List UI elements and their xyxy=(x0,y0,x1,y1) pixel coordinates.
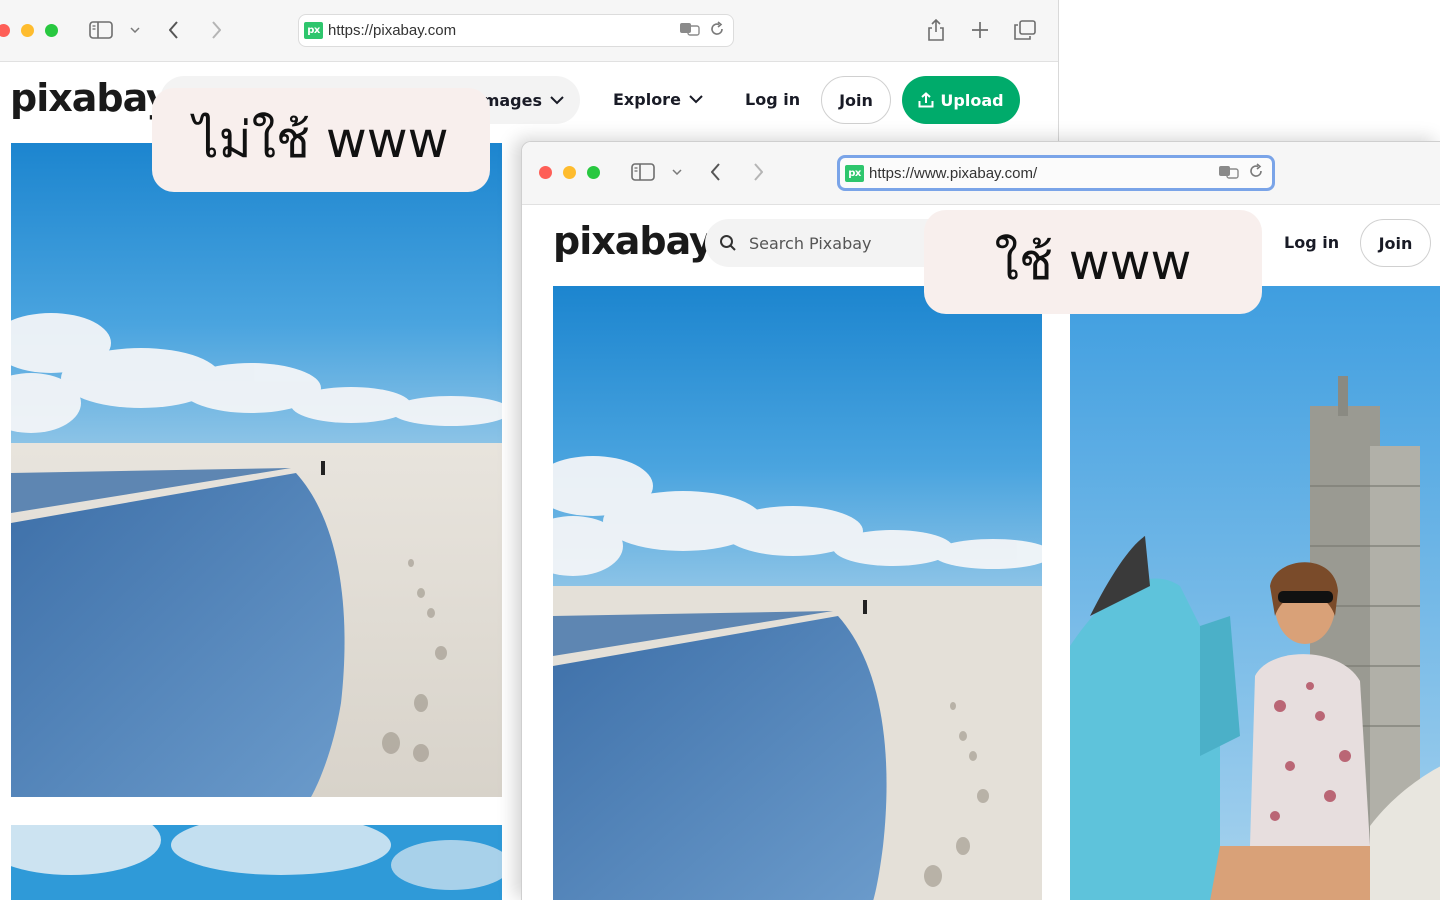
address-bar[interactable]: px https://www.pixabay.com/ xyxy=(837,155,1275,191)
join-label: Join xyxy=(839,90,873,110)
minimize-window-button[interactable] xyxy=(563,166,576,179)
url-text: https://www.pixabay.com/ xyxy=(869,164,1038,182)
sidebar-icon[interactable] xyxy=(630,158,656,186)
join-label: Join xyxy=(1378,233,1413,253)
url-text: https://pixabay.com xyxy=(328,22,457,39)
pixabay-logo[interactable]: pixabay xyxy=(553,219,714,263)
maximize-window-button[interactable] xyxy=(45,24,58,37)
close-window-button[interactable] xyxy=(0,24,10,37)
browser-toolbar: px https://www.pixabay.com/ xyxy=(522,142,1440,205)
pixabay-favicon-icon: px xyxy=(845,164,864,182)
translate-icon[interactable] xyxy=(679,21,701,40)
upload-icon xyxy=(918,92,934,108)
back-arrow-icon[interactable] xyxy=(164,16,184,44)
reload-icon[interactable] xyxy=(709,20,725,41)
explore-label: Explore xyxy=(613,90,681,109)
search-placeholder: Search Pixabay xyxy=(749,233,872,253)
photo-dune[interactable] xyxy=(11,143,502,797)
forward-arrow-icon[interactable] xyxy=(206,16,226,44)
translate-icon[interactable] xyxy=(1218,164,1240,183)
photo-dune[interactable] xyxy=(553,286,1042,900)
reload-icon[interactable] xyxy=(1248,163,1264,183)
plus-icon[interactable] xyxy=(968,16,992,44)
maximize-window-button[interactable] xyxy=(587,166,600,179)
chevron-down-icon[interactable] xyxy=(670,158,684,186)
tabs-icon[interactable] xyxy=(1012,16,1038,44)
forward-arrow-icon[interactable] xyxy=(748,158,768,186)
search-icon xyxy=(720,235,736,251)
browser-window-front: px https://www.pixabay.com/ pixabay Sear… xyxy=(521,141,1440,900)
upload-label: Upload xyxy=(940,90,1004,110)
join-button[interactable]: Join xyxy=(821,76,891,124)
back-arrow-icon[interactable] xyxy=(706,158,726,186)
chevron-down-icon xyxy=(689,95,703,104)
browser-toolbar: px https://pixabay.com xyxy=(0,0,1058,62)
close-window-button[interactable] xyxy=(539,166,552,179)
chevron-down-icon[interactable] xyxy=(128,16,142,44)
chevron-down-icon xyxy=(550,95,564,104)
callout-with-www: ใช้ www xyxy=(924,210,1262,314)
photo-sky[interactable] xyxy=(11,825,502,900)
photo-woman-car[interactable] xyxy=(1070,286,1440,900)
minimize-window-button[interactable] xyxy=(21,24,34,37)
join-button[interactable]: Join xyxy=(1360,219,1431,267)
upload-button[interactable]: Upload xyxy=(902,76,1020,124)
login-link[interactable]: Log in xyxy=(745,90,800,109)
explore-dropdown[interactable]: Explore xyxy=(613,90,703,109)
pixabay-favicon-icon: px xyxy=(304,22,323,39)
callout-no-www: ไม่ใช้ www xyxy=(152,88,490,192)
address-bar[interactable]: px https://pixabay.com xyxy=(298,14,734,47)
pixabay-logo[interactable]: pixabay xyxy=(10,76,171,120)
login-link[interactable]: Log in xyxy=(1284,233,1339,252)
sidebar-icon[interactable] xyxy=(88,16,114,44)
share-icon[interactable] xyxy=(924,16,948,44)
